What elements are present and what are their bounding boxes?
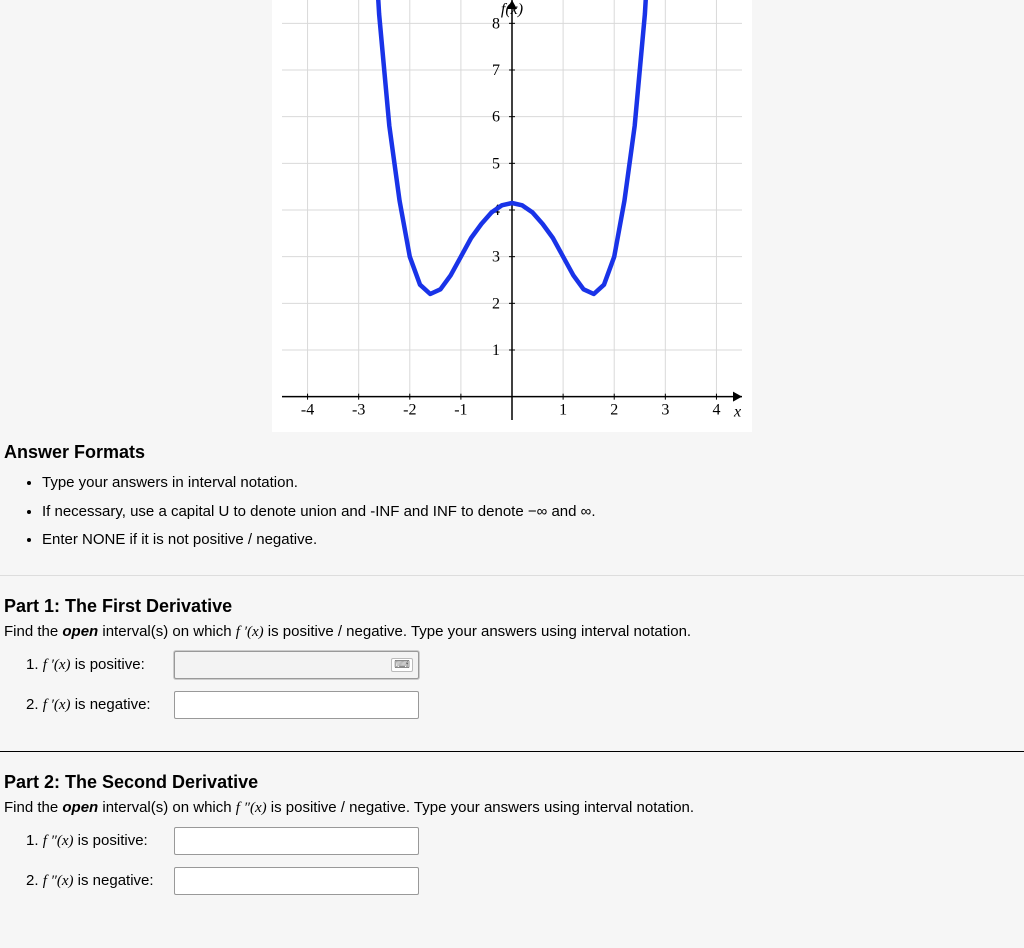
svg-text:-1: -1 — [454, 402, 467, 419]
part1-section: Part 1: The First Derivative Find the op… — [0, 586, 1024, 741]
part1-q2-label: 2. f ′(x) is negative: — [26, 696, 166, 714]
text: interval(s) on which — [98, 799, 236, 816]
text: Find the — [4, 799, 62, 816]
section-divider — [0, 751, 1024, 752]
answer-formats-section: Answer Formats Type your answers in inte… — [0, 432, 1024, 565]
text: is negative: — [71, 696, 151, 713]
text: is positive: — [71, 656, 145, 673]
svg-text:4: 4 — [712, 402, 720, 419]
math: f ′(x) — [43, 657, 71, 673]
keyboard-icon[interactable]: ⌨ — [391, 658, 413, 672]
part1-q1-row: 1. f ′(x) is positive: ⌨ — [26, 651, 1020, 679]
format-bullet: If necessary, use a capital U to denote … — [42, 498, 1020, 527]
svg-text:6: 6 — [492, 109, 500, 126]
num: 1. — [26, 832, 43, 849]
format-bullet: Enter NONE if it is not positive / negat… — [42, 526, 1020, 555]
part1-prompt: Find the open interval(s) on which f ′(x… — [4, 623, 1020, 641]
svg-text:1: 1 — [559, 402, 567, 419]
math-fdouble: f ″(x) — [236, 800, 267, 816]
part2-q2-row: 2. f ″(x) is negative: — [26, 867, 1020, 895]
emph-word: open — [62, 623, 98, 640]
svg-text:7: 7 — [492, 62, 500, 79]
svg-text:8: 8 — [492, 15, 500, 32]
answer-formats-heading: Answer Formats — [4, 442, 1020, 463]
svg-text:3: 3 — [661, 402, 669, 419]
svg-text:-4: -4 — [301, 402, 314, 419]
svg-text:2: 2 — [610, 402, 618, 419]
math: f ″(x) — [43, 833, 74, 849]
part2-q2-input[interactable] — [174, 867, 419, 895]
part1-q1-label: 1. f ′(x) is positive: — [26, 656, 166, 674]
format-bullet: Type your answers in interval notation. — [42, 469, 1020, 498]
part2-q1-input[interactable] — [174, 827, 419, 855]
math: f ″(x) — [43, 873, 74, 889]
math: f ′(x) — [43, 697, 71, 713]
svg-text:x: x — [733, 404, 741, 421]
svg-text:f(x): f(x) — [501, 1, 523, 18]
svg-text:1: 1 — [492, 342, 500, 359]
svg-text:-2: -2 — [403, 402, 416, 419]
part1-q2-row: 2. f ′(x) is negative: — [26, 691, 1020, 719]
text: is negative: — [74, 872, 154, 889]
part2-q2-label: 2. f ″(x) is negative: — [26, 872, 166, 890]
function-graph: -4-3-2-1123412345678xf(x) — [272, 0, 752, 432]
num: 2. — [26, 872, 43, 889]
svg-text:3: 3 — [492, 249, 500, 266]
part2-section: Part 2: The Second Derivative Find the o… — [0, 762, 1024, 917]
part2-q1-row: 1. f ″(x) is positive: — [26, 827, 1020, 855]
emph-word: open — [62, 799, 98, 816]
answer-formats-list: Type your answers in interval notation. … — [42, 469, 1020, 555]
part2-prompt: Find the open interval(s) on which f ″(x… — [4, 799, 1020, 817]
num: 2. — [26, 696, 43, 713]
part1-heading: Part 1: The First Derivative — [4, 596, 1020, 617]
math-fprime: f ′(x) — [236, 624, 264, 640]
text: is positive / negative. Type your answer… — [267, 799, 694, 816]
part2-heading: Part 2: The Second Derivative — [4, 772, 1020, 793]
svg-text:-3: -3 — [352, 402, 365, 419]
text: is positive / negative. Type your answer… — [264, 623, 691, 640]
text: is positive: — [74, 832, 148, 849]
part1-q1-input[interactable] — [174, 651, 419, 679]
section-divider — [0, 575, 1024, 576]
text: Find the — [4, 623, 62, 640]
num: 1. — [26, 656, 43, 673]
part2-q1-label: 1. f ″(x) is positive: — [26, 832, 166, 850]
svg-text:5: 5 — [492, 155, 500, 172]
text: interval(s) on which — [98, 623, 236, 640]
chart-svg: -4-3-2-1123412345678xf(x) — [272, 0, 752, 432]
part1-q2-input[interactable] — [174, 691, 419, 719]
svg-text:2: 2 — [492, 295, 500, 312]
